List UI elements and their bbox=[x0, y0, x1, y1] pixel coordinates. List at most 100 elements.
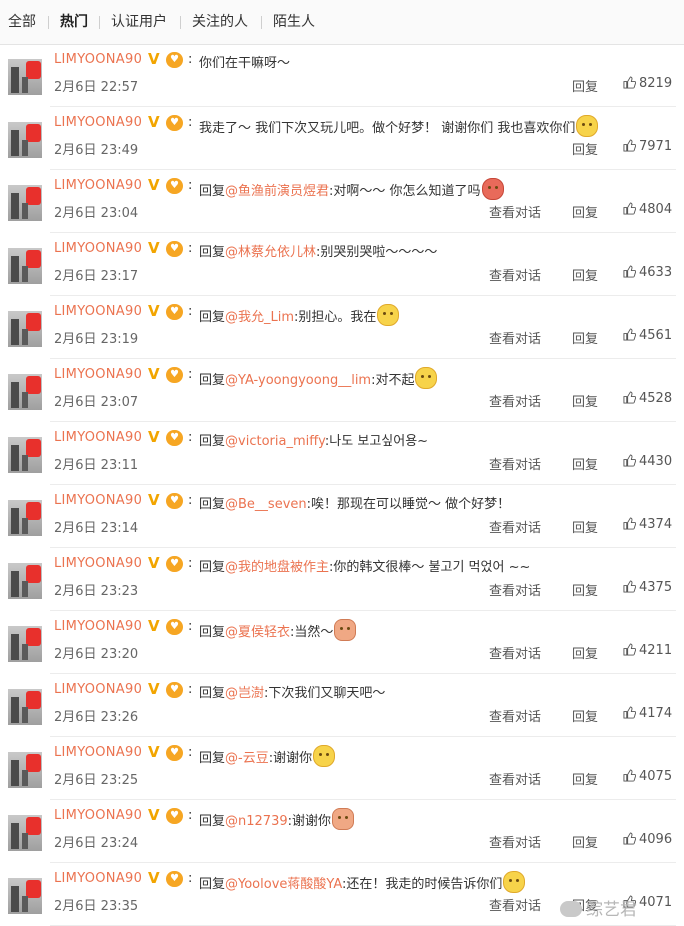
username-link[interactable]: LIMYOONA90 bbox=[54, 367, 142, 382]
tab-following[interactable]: 关注的人 bbox=[192, 13, 248, 31]
member-badge-icon[interactable]: ♥ bbox=[166, 52, 183, 68]
view-conversation-button[interactable]: 查看对话 bbox=[489, 643, 541, 662]
reply-button[interactable]: 回复 bbox=[572, 265, 598, 284]
view-conversation-button[interactable]: 查看对话 bbox=[489, 706, 541, 725]
verified-badge-icon[interactable]: V bbox=[148, 239, 160, 257]
view-conversation-button[interactable]: 查看对话 bbox=[489, 454, 541, 473]
avatar[interactable] bbox=[8, 878, 42, 914]
username-link[interactable]: LIMYOONA90 bbox=[54, 745, 142, 760]
reply-button[interactable]: 回复 bbox=[572, 769, 598, 788]
like-button[interactable]: 4804 bbox=[623, 202, 672, 217]
verified-badge-icon[interactable]: V bbox=[148, 617, 160, 635]
mention-link[interactable]: @林蔡允依儿林 bbox=[225, 245, 316, 260]
verified-badge-icon[interactable]: V bbox=[148, 680, 160, 698]
mention-link[interactable]: @YA-yoongyoong__lim bbox=[225, 373, 371, 388]
member-badge-icon[interactable]: ♥ bbox=[166, 367, 183, 383]
view-conversation-button[interactable]: 查看对话 bbox=[489, 832, 541, 851]
mention-link[interactable]: @Be__seven bbox=[225, 497, 307, 512]
username-link[interactable]: LIMYOONA90 bbox=[54, 619, 142, 634]
verified-badge-icon[interactable]: V bbox=[148, 113, 160, 131]
username-link[interactable]: LIMYOONA90 bbox=[54, 808, 142, 823]
verified-badge-icon[interactable]: V bbox=[148, 365, 160, 383]
avatar[interactable] bbox=[8, 311, 42, 347]
tab-strangers[interactable]: 陌生人 bbox=[273, 13, 315, 31]
member-badge-icon[interactable]: ♥ bbox=[166, 808, 183, 824]
avatar[interactable] bbox=[8, 248, 42, 284]
reply-button[interactable]: 回复 bbox=[572, 76, 598, 95]
member-badge-icon[interactable]: ♥ bbox=[166, 619, 183, 635]
mention-link[interactable]: @鱼渔前演员煜君 bbox=[225, 184, 329, 199]
like-button[interactable]: 4561 bbox=[623, 328, 672, 343]
username-link[interactable]: LIMYOONA90 bbox=[54, 556, 142, 571]
verified-badge-icon[interactable]: V bbox=[148, 302, 160, 320]
avatar[interactable] bbox=[8, 185, 42, 221]
member-badge-icon[interactable]: ♥ bbox=[166, 178, 183, 194]
reply-button[interactable]: 回复 bbox=[572, 643, 598, 662]
reply-button[interactable]: 回复 bbox=[572, 454, 598, 473]
view-conversation-button[interactable]: 查看对话 bbox=[489, 580, 541, 599]
member-badge-icon[interactable]: ♥ bbox=[166, 556, 183, 572]
username-link[interactable]: LIMYOONA90 bbox=[54, 178, 142, 193]
member-badge-icon[interactable]: ♥ bbox=[166, 241, 183, 257]
mention-link[interactable]: @我允_Lim bbox=[225, 310, 294, 325]
mention-link[interactable]: @夏侯轻衣 bbox=[225, 625, 290, 640]
like-button[interactable]: 4211 bbox=[623, 643, 672, 658]
view-conversation-button[interactable]: 查看对话 bbox=[489, 265, 541, 284]
reply-button[interactable]: 回复 bbox=[572, 391, 598, 410]
avatar[interactable] bbox=[8, 563, 42, 599]
like-button[interactable]: 7971 bbox=[623, 139, 672, 154]
username-link[interactable]: LIMYOONA90 bbox=[54, 871, 142, 886]
reply-button[interactable]: 回复 bbox=[572, 517, 598, 536]
username-link[interactable]: LIMYOONA90 bbox=[54, 304, 142, 319]
avatar[interactable] bbox=[8, 752, 42, 788]
username-link[interactable]: LIMYOONA90 bbox=[54, 493, 142, 508]
mention-link[interactable]: @Yoolove蒋酸酸YA bbox=[225, 877, 342, 892]
reply-button[interactable]: 回复 bbox=[572, 706, 598, 725]
view-conversation-button[interactable]: 查看对话 bbox=[489, 517, 541, 536]
verified-badge-icon[interactable]: V bbox=[148, 806, 160, 824]
reply-button[interactable]: 回复 bbox=[572, 202, 598, 221]
like-button[interactable]: 4174 bbox=[623, 706, 672, 721]
verified-badge-icon[interactable]: V bbox=[148, 491, 160, 509]
view-conversation-button[interactable]: 查看对话 bbox=[489, 328, 541, 347]
verified-badge-icon[interactable]: V bbox=[148, 869, 160, 887]
member-badge-icon[interactable]: ♥ bbox=[166, 745, 183, 761]
mention-link[interactable]: @岂澍 bbox=[225, 686, 264, 701]
member-badge-icon[interactable]: ♥ bbox=[166, 871, 183, 887]
tab-verified-users[interactable]: 认证用户 bbox=[111, 13, 167, 31]
mention-link[interactable]: @我的地盘被作主 bbox=[225, 560, 329, 575]
member-badge-icon[interactable]: ♥ bbox=[166, 115, 183, 131]
verified-badge-icon[interactable]: V bbox=[148, 743, 160, 761]
username-link[interactable]: LIMYOONA90 bbox=[54, 430, 142, 445]
avatar[interactable] bbox=[8, 59, 42, 95]
avatar[interactable] bbox=[8, 815, 42, 851]
username-link[interactable]: LIMYOONA90 bbox=[54, 115, 142, 130]
member-badge-icon[interactable]: ♥ bbox=[166, 682, 183, 698]
view-conversation-button[interactable]: 查看对话 bbox=[489, 391, 541, 410]
mention-link[interactable]: @-云豆 bbox=[225, 751, 269, 766]
avatar[interactable] bbox=[8, 500, 42, 536]
verified-badge-icon[interactable]: V bbox=[148, 50, 160, 68]
tab-hot[interactable]: 热门 bbox=[60, 13, 88, 31]
like-button[interactable]: 8219 bbox=[623, 76, 672, 91]
verified-badge-icon[interactable]: V bbox=[148, 176, 160, 194]
like-button[interactable]: 4075 bbox=[623, 769, 672, 784]
avatar[interactable] bbox=[8, 626, 42, 662]
reply-button[interactable]: 回复 bbox=[572, 328, 598, 347]
reply-button[interactable]: 回复 bbox=[572, 580, 598, 599]
like-button[interactable]: 4430 bbox=[623, 454, 672, 469]
member-badge-icon[interactable]: ♥ bbox=[166, 493, 183, 509]
view-conversation-button[interactable]: 查看对话 bbox=[489, 895, 541, 914]
like-button[interactable]: 4633 bbox=[623, 265, 672, 280]
view-conversation-button[interactable]: 查看对话 bbox=[489, 202, 541, 221]
avatar[interactable] bbox=[8, 437, 42, 473]
like-button[interactable]: 4374 bbox=[623, 517, 672, 532]
username-link[interactable]: LIMYOONA90 bbox=[54, 241, 142, 256]
like-button[interactable]: 4375 bbox=[623, 580, 672, 595]
username-link[interactable]: LIMYOONA90 bbox=[54, 682, 142, 697]
avatar[interactable] bbox=[8, 122, 42, 158]
like-button[interactable]: 4096 bbox=[623, 832, 672, 847]
like-button[interactable]: 4528 bbox=[623, 391, 672, 406]
mention-link[interactable]: @victoria_miffy bbox=[225, 434, 325, 449]
username-link[interactable]: LIMYOONA90 bbox=[54, 52, 142, 67]
